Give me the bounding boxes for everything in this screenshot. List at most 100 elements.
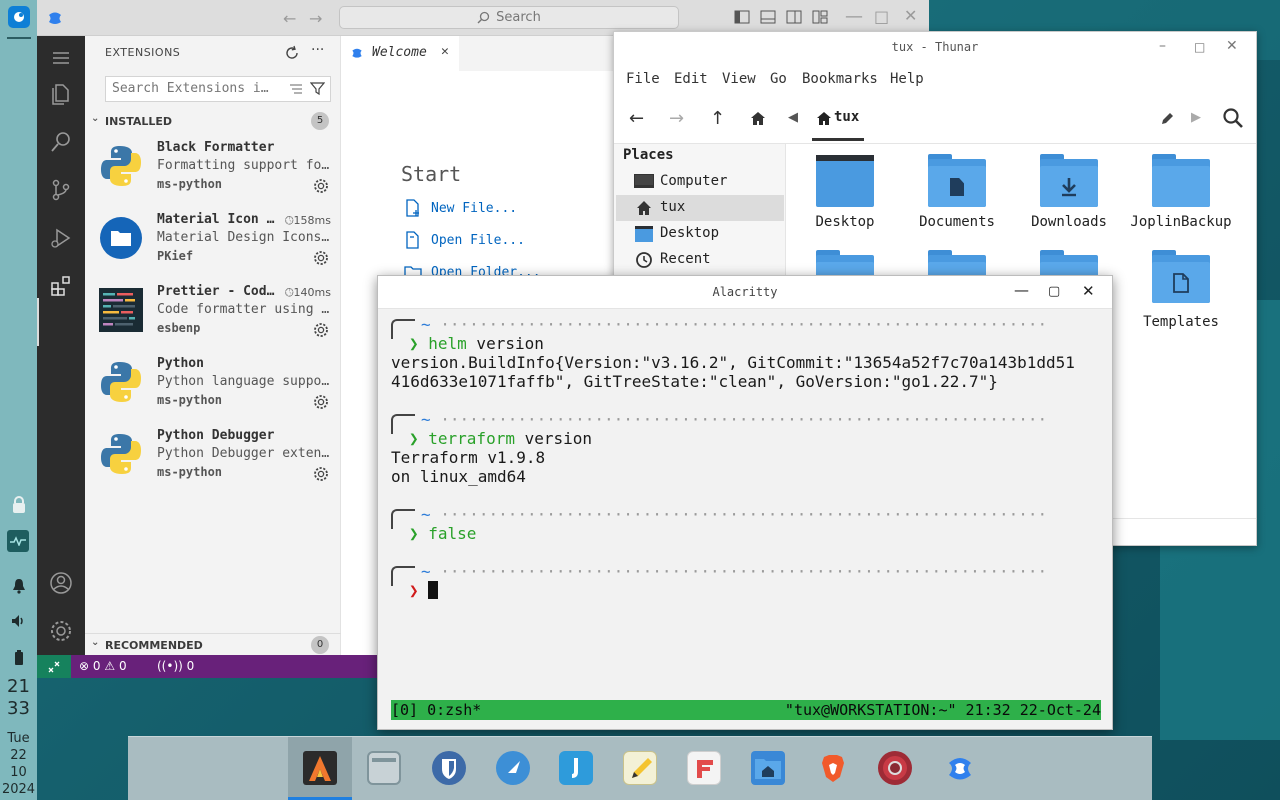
- file-item-downloads[interactable]: Downloads: [1013, 154, 1125, 230]
- ports-indicator[interactable]: ((•)) 0: [157, 659, 194, 673]
- remote-button[interactable]: [37, 655, 71, 678]
- run-debug-icon[interactable]: [49, 226, 73, 250]
- extension-item-python-debugger[interactable]: Python Debugger Python Debugger exten… m…: [85, 424, 341, 496]
- dock-file-manager-icon[interactable]: [751, 751, 785, 785]
- recommended-section-header[interactable]: ⌄ RECOMMENDED 0: [85, 633, 341, 655]
- place-computer[interactable]: Computer: [616, 169, 784, 195]
- alacritty-title: Alacritty: [712, 285, 778, 299]
- installed-section-header[interactable]: ⌄ INSTALLED 5: [85, 110, 341, 132]
- extension-name: Material Icon …: [157, 212, 275, 227]
- dock-text-editor-icon[interactable]: [623, 751, 657, 785]
- refresh-icon[interactable]: [284, 45, 300, 61]
- customize-layout-icon[interactable]: [812, 10, 828, 24]
- file-item-templates[interactable]: Templates: [1125, 250, 1237, 330]
- toggle-panel-icon[interactable]: [760, 10, 776, 24]
- back-arrow-icon[interactable]: ←: [283, 9, 296, 28]
- maximize-button[interactable]: □: [1194, 40, 1205, 54]
- path-button-tux[interactable]: tux: [834, 109, 859, 125]
- tab-welcome[interactable]: Welcome ✕: [341, 36, 459, 71]
- close-button[interactable]: ✕: [1226, 38, 1238, 54]
- place-tux[interactable]: tux: [616, 195, 784, 221]
- notification-bell-icon[interactable]: [8, 575, 30, 597]
- toggle-sidebar-icon[interactable]: [734, 10, 750, 24]
- terminal-output[interactable]: ~ ······································…: [391, 315, 1103, 699]
- more-actions-icon[interactable]: ···: [311, 42, 324, 58]
- problems-indicator[interactable]: ⊗ 0 ⚠ 0: [79, 659, 127, 673]
- path-left-icon[interactable]: ◀: [788, 110, 798, 125]
- source-control-icon[interactable]: [49, 178, 73, 202]
- tab-close-icon[interactable]: ✕: [441, 44, 449, 59]
- menu-go[interactable]: Go: [770, 71, 787, 87]
- filter-icon[interactable]: [310, 81, 325, 96]
- extensions-icon[interactable]: [49, 274, 73, 298]
- maximize-button[interactable]: □: [874, 7, 889, 26]
- accounts-icon[interactable]: [49, 571, 73, 595]
- extension-publisher: PKief: [157, 249, 194, 263]
- extension-item-black-formatter[interactable]: Black Formatter Formatting support fo… m…: [85, 136, 341, 208]
- search-icon[interactable]: [49, 130, 73, 154]
- manage-gear-icon[interactable]: [313, 178, 329, 194]
- new-file-link[interactable]: New File...: [431, 201, 517, 216]
- menu-file[interactable]: File: [626, 71, 660, 87]
- battery-icon[interactable]: [8, 647, 30, 669]
- dock-flathub-icon[interactable]: [687, 751, 721, 785]
- minimize-button[interactable]: —: [845, 6, 863, 27]
- edit-path-icon[interactable]: [1160, 111, 1175, 126]
- clear-filter-icon[interactable]: [289, 82, 303, 96]
- toggle-secondary-sidebar-icon[interactable]: [786, 10, 802, 24]
- forward-arrow-icon[interactable]: →: [669, 108, 684, 129]
- back-arrow-icon[interactable]: ←: [629, 108, 644, 129]
- forward-arrow-icon[interactable]: →: [309, 9, 322, 28]
- up-arrow-icon[interactable]: ↑: [710, 108, 725, 129]
- place-recent[interactable]: Recent: [616, 247, 784, 273]
- command-center-search[interactable]: Search: [339, 6, 679, 29]
- dock-browser-icon[interactable]: [496, 751, 530, 785]
- search-icon[interactable]: [1222, 107, 1244, 129]
- extension-item-prettier[interactable]: Prettier - Cod… 🕓︎140ms Code formatter u…: [85, 280, 341, 352]
- menu-view[interactable]: View: [722, 71, 756, 87]
- dock-alacritty-icon[interactable]: [303, 751, 337, 785]
- dock-window-manager-icon[interactable]: [367, 751, 401, 785]
- settings-gear-icon[interactable]: [49, 619, 73, 643]
- file-item-desktop[interactable]: Desktop: [789, 154, 901, 230]
- close-button[interactable]: ✕: [1082, 282, 1095, 300]
- panel-separator: [6, 37, 31, 39]
- app-launcher-button[interactable]: [7, 6, 30, 28]
- volume-icon[interactable]: [8, 610, 30, 632]
- menu-bookmarks[interactable]: Bookmarks: [802, 71, 878, 87]
- activity-monitor-icon[interactable]: [7, 530, 29, 552]
- manage-gear-icon[interactable]: [313, 250, 329, 266]
- minimize-button[interactable]: —: [1014, 281, 1029, 299]
- close-button[interactable]: ✕: [904, 6, 917, 25]
- keepass-icon[interactable]: [8, 494, 30, 516]
- clock-time[interactable]: 21 33: [0, 676, 37, 720]
- extension-item-material-icon[interactable]: Material Icon … 🕓︎158ms Material Design …: [85, 208, 341, 280]
- dock-brave-icon[interactable]: [816, 751, 850, 785]
- tmux-window-list[interactable]: [0] 0:zsh*: [391, 700, 481, 720]
- file-item-joplinbackup[interactable]: JoplinBackup: [1125, 154, 1237, 230]
- path-right-icon[interactable]: ▶: [1191, 110, 1201, 125]
- extension-item-python[interactable]: Python Python language suppo… ms-python: [85, 352, 341, 424]
- place-desktop[interactable]: Desktop: [616, 221, 784, 247]
- manage-gear-icon[interactable]: [313, 466, 329, 482]
- command-line: ❯ helm version: [409, 334, 544, 353]
- clock-date[interactable]: Tue 22 10 2024: [0, 730, 37, 798]
- command-output: Terraform v1.9.8 on linux_amd64: [391, 448, 546, 486]
- minimize-button[interactable]: –: [1159, 38, 1166, 54]
- dock-bitwarden-icon[interactable]: [432, 751, 466, 785]
- vscodium-logo-icon: [49, 12, 61, 24]
- maximize-button[interactable]: ▢: [1048, 284, 1060, 299]
- manage-gear-icon[interactable]: [313, 322, 329, 338]
- open-file-link[interactable]: Open File...: [431, 233, 525, 248]
- explorer-icon[interactable]: [49, 82, 73, 106]
- menu-help[interactable]: Help: [890, 71, 924, 87]
- file-item-documents[interactable]: Documents: [901, 154, 1013, 230]
- dock-joplin-icon[interactable]: [559, 751, 593, 785]
- manage-gear-icon[interactable]: [313, 394, 329, 410]
- home-icon[interactable]: [750, 111, 766, 126]
- dock-chromium-icon[interactable]: [878, 751, 912, 785]
- clock-history-icon: 🕓︎: [284, 214, 294, 227]
- menu-icon[interactable]: [49, 46, 73, 70]
- dock-vscodium-icon[interactable]: [943, 751, 977, 785]
- menu-edit[interactable]: Edit: [674, 71, 708, 87]
